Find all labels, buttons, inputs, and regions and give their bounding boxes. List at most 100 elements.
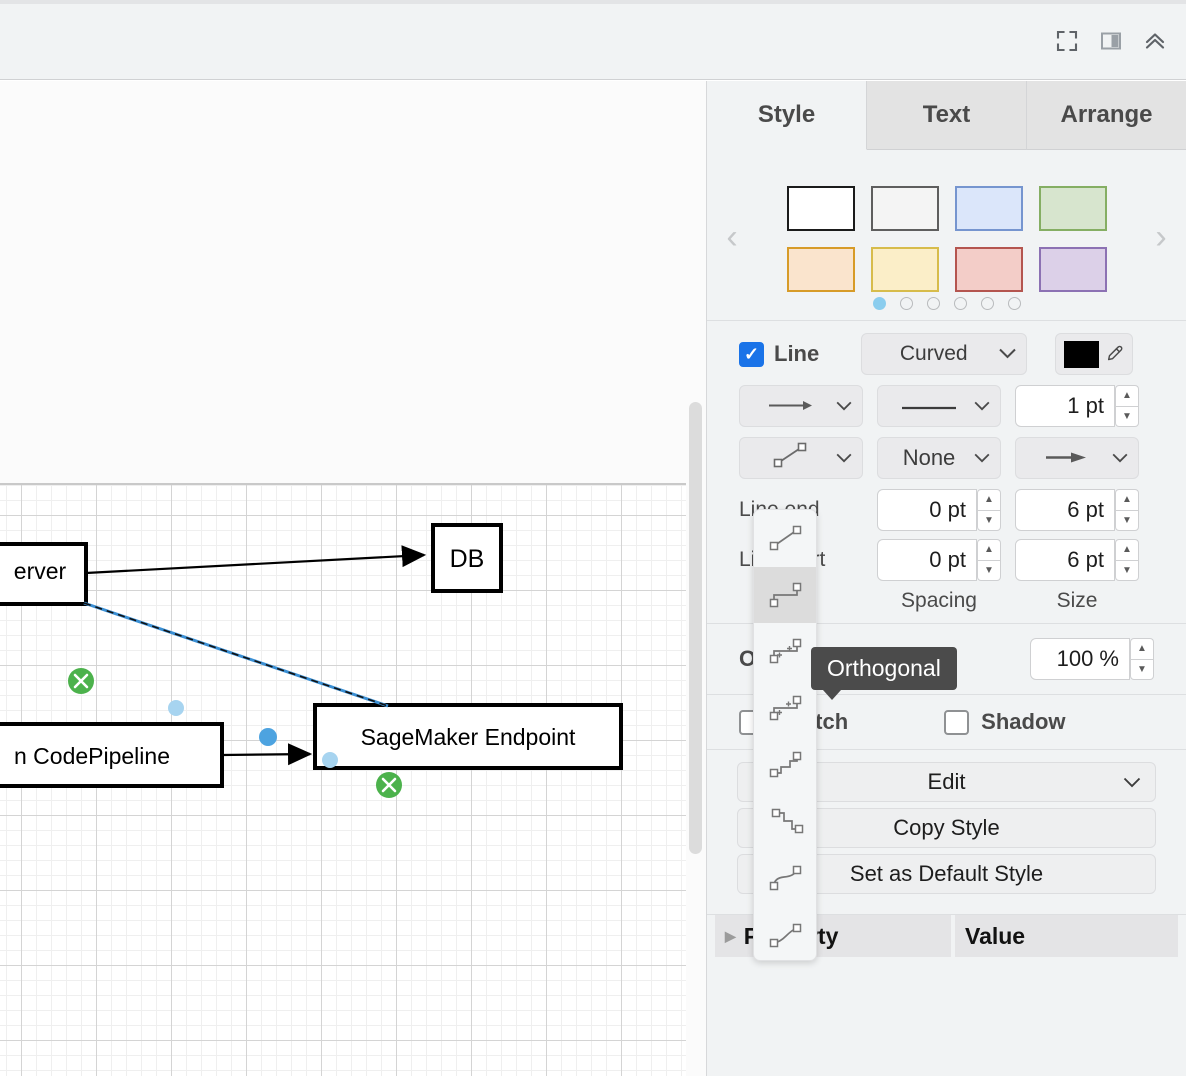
- value-column-header: Value: [955, 915, 1178, 957]
- preset-swatch-2[interactable]: [870, 186, 939, 231]
- line-end-size-group: 6 pt ▲ ▼: [1015, 489, 1139, 531]
- stepper-up-icon[interactable]: ▲: [977, 539, 1001, 560]
- presets-next-button[interactable]: ›: [1136, 218, 1186, 257]
- chevron-down-icon: [970, 448, 990, 468]
- preset-page-dot-2[interactable]: [899, 297, 913, 310]
- chevron-down-icon: [1108, 448, 1128, 468]
- line-width-input[interactable]: 1 pt: [1015, 385, 1115, 427]
- tab-arrange[interactable]: Arrange: [1027, 81, 1186, 150]
- opacity-stepper[interactable]: ▲ ▼: [1130, 638, 1154, 680]
- stepper-down-icon[interactable]: ▼: [1115, 559, 1139, 581]
- codepipeline-node-label: n CodePipeline: [14, 743, 170, 769]
- stepper-up-icon[interactable]: ▲: [977, 489, 1001, 510]
- preset-swatch-7[interactable]: [954, 247, 1023, 292]
- preset-swatch-4[interactable]: [1038, 186, 1107, 231]
- stepper-down-icon[interactable]: ▼: [1115, 509, 1139, 531]
- line-dash-style-select[interactable]: [877, 385, 1001, 427]
- stepper-down-icon[interactable]: ▼: [977, 559, 1001, 581]
- edge-waypoint: [259, 728, 277, 746]
- preset-page-dot-5[interactable]: [980, 297, 994, 310]
- canvas-vertical-scrollbar-thumb[interactable]: [689, 402, 702, 854]
- tab-text[interactable]: Text: [867, 81, 1027, 150]
- dropdown-item-curved[interactable]: [754, 906, 816, 961]
- edge-virtual-waypoint-1: [168, 700, 184, 716]
- shadow-checkbox[interactable]: [944, 709, 970, 735]
- line-end-select[interactable]: [1015, 437, 1139, 479]
- line-width-stepper[interactable]: ▲ ▼: [1115, 385, 1139, 427]
- chevron-down-icon: [995, 344, 1016, 364]
- preset-swatch-6[interactable]: [870, 247, 939, 292]
- line-style-value: Curved: [899, 342, 968, 365]
- line-arrow-style-select[interactable]: [739, 385, 863, 427]
- line-end-spacing-input[interactable]: 0 pt: [877, 489, 977, 531]
- dropdown-item-entity-relation[interactable]: [754, 736, 816, 793]
- line-waypoint-select[interactable]: [739, 437, 863, 479]
- opacity-input[interactable]: 100 %: [1030, 638, 1130, 680]
- eyedropper-icon: [1108, 345, 1123, 361]
- chevron-down-icon: [1119, 772, 1141, 793]
- collapse-toolbar-icon[interactable]: [1142, 28, 1168, 54]
- property-column-header[interactable]: ▶ Property: [715, 915, 951, 957]
- edge-target-endpoint: [376, 772, 402, 798]
- stepper-down-icon[interactable]: ▼: [977, 509, 1001, 531]
- orthogonal-tooltip: Orthogonal: [811, 647, 957, 700]
- line-start-spacing-stepper[interactable]: ▲ ▼: [977, 539, 1001, 581]
- line-style-select[interactable]: Curved: [861, 333, 1028, 375]
- presets-prev-button[interactable]: ‹: [707, 218, 757, 257]
- preset-page-dot-4[interactable]: [953, 297, 967, 310]
- preset-page-dot-6[interactable]: [1007, 297, 1021, 310]
- line-start-select[interactable]: None: [877, 437, 1001, 479]
- stepper-up-icon[interactable]: ▲: [1115, 539, 1139, 560]
- tab-style[interactable]: Style: [707, 81, 867, 150]
- line-style-dropdown-menu[interactable]: [753, 509, 817, 961]
- toggle-panel-icon[interactable]: [1098, 28, 1124, 54]
- fullscreen-icon[interactable]: [1054, 28, 1080, 54]
- line-end-size-stepper[interactable]: ▲ ▼: [1115, 489, 1139, 531]
- dropdown-item-single-arc[interactable]: [754, 680, 816, 737]
- dropdown-item-vertical[interactable]: [754, 849, 816, 906]
- preset-swatch-5[interactable]: [786, 247, 855, 292]
- preset-page-dot-3[interactable]: [926, 297, 940, 310]
- line-start-spacing-group: 0 pt ▲ ▼: [877, 539, 1001, 581]
- line-width-field-group: 1 pt ▲ ▼: [1015, 385, 1139, 427]
- shadow-option[interactable]: Shadow: [944, 709, 1066, 735]
- preset-swatch-8[interactable]: [1038, 247, 1107, 292]
- line-waypoint-ends-row: None: [707, 437, 1186, 479]
- diagram-canvas[interactable]: erver DB n CodePipeline SageMaker Endpoi…: [0, 81, 706, 1076]
- preset-swatch-1[interactable]: [786, 186, 855, 231]
- line-start-size-input[interactable]: 6 pt: [1015, 539, 1115, 581]
- dropdown-item-orthogonal[interactable]: [754, 566, 816, 623]
- chevron-down-icon: [970, 396, 990, 416]
- sagemaker-endpoint-node: SageMaker Endpoint: [313, 703, 623, 770]
- line-start-size-group: 6 pt ▲ ▼: [1015, 539, 1139, 581]
- line-checkbox[interactable]: ✓: [739, 341, 764, 367]
- line-start-size-stepper[interactable]: ▲ ▼: [1115, 539, 1139, 581]
- shadow-label: Shadow: [981, 709, 1066, 734]
- stepper-down-icon[interactable]: ▼: [1115, 405, 1139, 427]
- line-end-spacing-group: 0 pt ▲ ▼: [877, 489, 1001, 531]
- chevron-down-icon: [832, 448, 852, 468]
- stepper-up-icon[interactable]: ▲: [1130, 638, 1154, 659]
- preset-page-dot-1[interactable]: [872, 297, 886, 310]
- format-panel-tabs: Style Text Arrange: [707, 81, 1186, 150]
- line-start-spacing-input[interactable]: 0 pt: [877, 539, 977, 581]
- stepper-up-icon[interactable]: ▲: [1115, 489, 1139, 510]
- straight-line-icon: [750, 440, 832, 476]
- dropdown-item-horizontal[interactable]: [754, 793, 816, 850]
- expand-triangle-icon[interactable]: ▶: [725, 928, 736, 945]
- dropdown-item-straight[interactable]: [754, 510, 816, 567]
- arrow-right-icon: [750, 394, 832, 418]
- arrow-filled-icon: [1026, 446, 1108, 470]
- chevron-down-icon: [832, 396, 852, 416]
- size-caption: Size: [1056, 589, 1098, 612]
- preset-swatch-3[interactable]: [954, 186, 1023, 231]
- line-end-spacing-stepper[interactable]: ▲ ▼: [977, 489, 1001, 531]
- dropdown-item-simple-arc[interactable]: [754, 623, 816, 680]
- codepipeline-node: n CodePipeline: [0, 722, 224, 788]
- set-default-style-button-label: Set as Default Style: [849, 861, 1044, 886]
- stepper-down-icon[interactable]: ▼: [1130, 658, 1154, 680]
- stepper-up-icon[interactable]: ▲: [1115, 385, 1139, 406]
- toolbar-icon-group: [1054, 28, 1168, 54]
- line-end-size-input[interactable]: 6 pt: [1015, 489, 1115, 531]
- line-color-button[interactable]: [1055, 333, 1134, 375]
